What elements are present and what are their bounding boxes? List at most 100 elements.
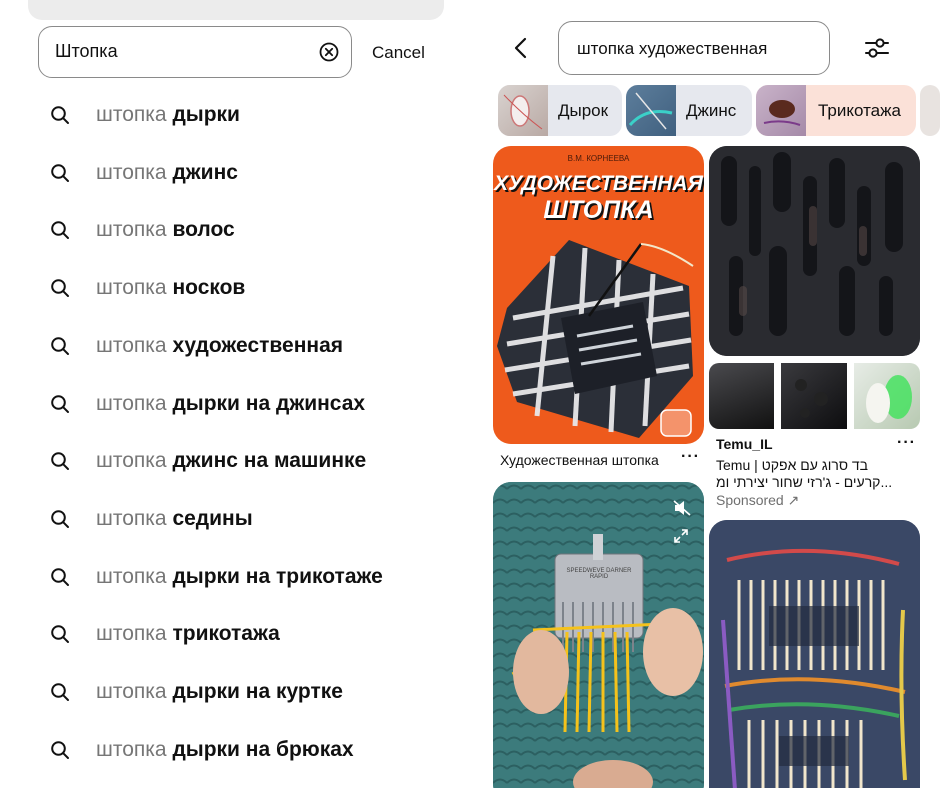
suggestion-completion: носков <box>172 276 246 300</box>
search-icon <box>51 625 69 644</box>
book-title-line1: ХУДОЖЕСТВЕННАЯ <box>494 172 703 195</box>
suggestion-completion: трикотажа <box>172 622 280 646</box>
search-icon <box>51 221 69 240</box>
suggestion-completion: дырки на куртке <box>172 680 343 703</box>
suggestion-row[interactable]: штопка дырки <box>0 86 460 144</box>
search-field[interactable] <box>38 26 352 78</box>
suggestion-row[interactable]: штопка джинс на машинке <box>0 432 460 490</box>
search-icon <box>51 279 69 298</box>
left-panel: Cancel штопка дыркиштопка джинсштопка во… <box>0 0 460 788</box>
suggestion-completion: джинс <box>172 160 238 184</box>
chip-dzhins[interactable]: Джинс <box>626 85 752 136</box>
suggestion-row[interactable]: штопка трикотажа <box>0 605 460 663</box>
search-icon <box>51 163 69 182</box>
suggestion-prefix: штопка <box>96 680 173 703</box>
suggestion-row[interactable]: штопка дырки на куртке <box>0 663 460 721</box>
suggestion-text: штопка носков <box>96 276 245 300</box>
darned-fabric-illustration <box>497 240 694 438</box>
search-icon <box>51 683 69 701</box>
suggestion-row[interactable]: штопка волос <box>0 201 460 259</box>
fabric-texture <box>709 146 920 356</box>
book-title-line2: ШТОПКА <box>543 196 654 224</box>
suggestion-text: штопка джинс <box>96 161 238 185</box>
pin-dark-fabric[interactable] <box>709 146 920 356</box>
filter-sliders-icon[interactable] <box>862 34 892 62</box>
suggestion-completion: волос <box>172 218 235 242</box>
back-arrow-icon[interactable] <box>510 36 532 60</box>
ad-menu-button[interactable]: ··· <box>897 434 916 452</box>
fabric-pattern <box>795 379 828 418</box>
cancel-button[interactable]: Cancel <box>372 43 425 63</box>
suggestion-text: штопка дырки на куртке <box>96 680 343 704</box>
suggestion-text: штопка дырки на джинсах <box>96 392 365 416</box>
pin-embroidered-denim[interactable] <box>709 520 920 788</box>
chip-label: Дырок <box>558 101 609 120</box>
suggestion-completion: дырки на трикотаже <box>172 564 383 588</box>
book-author: В.М. КОРНЕЕВА <box>567 154 630 163</box>
suggestion-row[interactable]: штопка дырки на джинсах <box>0 375 460 433</box>
pin-caption[interactable]: Художественная штопка <box>500 452 659 468</box>
suggestion-prefix: штопка <box>96 160 173 184</box>
search-query[interactable]: штопка художественная <box>577 39 767 59</box>
clear-icon[interactable] <box>319 42 339 62</box>
ad-advertiser-name[interactable]: Temu_IL <box>716 436 773 452</box>
suggestion-prefix: штопка <box>96 333 173 357</box>
search-icon <box>51 452 69 471</box>
garment-shape <box>866 375 912 423</box>
suggestion-completion: дырки на брюках <box>172 737 354 761</box>
suggestion-completion: джинс на машинке <box>172 449 367 473</box>
top-bar-remnant <box>28 0 444 20</box>
search-icon <box>51 394 69 413</box>
pin-book-cover[interactable]: В.М. КОРНЕЕВА ХУДОЖЕСТВЕННАЯ ШТОПКА <box>493 146 704 444</box>
expand-icon[interactable] <box>673 528 689 544</box>
search-icon <box>51 106 69 124</box>
pin-darning-video[interactable]: SPEEDWEVE DARNER RAPID <box>493 482 704 788</box>
search-input[interactable] <box>55 27 305 76</box>
mute-icon[interactable] <box>673 500 691 516</box>
suggestion-prefix: штопка <box>96 506 173 530</box>
suggestion-text: штопка художественная <box>96 334 343 358</box>
suggestion-row[interactable]: штопка художественная <box>0 317 460 375</box>
chip-trikotazha[interactable]: Трикотажа <box>756 85 916 136</box>
suggestion-completion: художественная <box>172 333 344 357</box>
suggestion-prefix: штопка <box>96 276 173 300</box>
suggestion-text: штопка дырки <box>96 103 240 127</box>
chip-thumbnail <box>626 85 676 136</box>
chip-partial[interactable] <box>920 85 940 136</box>
chip-label: Трикотажа <box>818 101 901 120</box>
ad-description-line1: Temu | בד סרוג עם אפקט <box>716 457 869 473</box>
suggestion-row[interactable]: штопка дырки на трикотаже <box>0 548 460 606</box>
ad-thumbnail-1[interactable] <box>709 363 774 429</box>
ad-thumbnail-3[interactable] <box>854 363 920 429</box>
suggestion-row[interactable]: штопка носков <box>0 259 460 317</box>
suggestion-text: штопка дырки на брюках <box>96 738 354 762</box>
suggestion-row[interactable]: штопка седины <box>0 490 460 548</box>
sponsored-label[interactable]: Sponsored ↗ <box>716 492 799 509</box>
ad-thumbnail-2[interactable] <box>781 363 847 429</box>
suggestion-prefix: штопка <box>96 449 173 473</box>
denim-texture <box>709 520 920 788</box>
suggestion-prefix: штопка <box>96 737 173 761</box>
suggestion-text: штопка волос <box>96 218 235 242</box>
search-icon <box>51 336 69 355</box>
suggestion-text: штопка джинс на машинке <box>96 449 366 473</box>
chip-dyrok[interactable]: Дырок <box>498 85 622 136</box>
suggestion-prefix: штопка <box>96 564 173 588</box>
ad-description-line2: קרעים - ג'רזי שחור יצירתי ומ... <box>716 474 893 490</box>
search-icon <box>51 510 69 528</box>
suggestion-row[interactable]: штопка дырки на брюках <box>0 721 460 779</box>
tool-label: SPEEDWEVE DARNER RAPID <box>566 568 632 580</box>
search-icon <box>51 567 69 586</box>
suggestion-text: штопка дырки на трикотаже <box>96 565 383 589</box>
suggestion-completion: дырки на джинсах <box>172 391 366 415</box>
chip-thumbnail <box>756 85 806 136</box>
suggestion-completion: седины <box>172 506 253 530</box>
right-panel: штопка художественная Дырок Джинс Трикот… <box>460 0 940 788</box>
suggestion-completion: дырки <box>172 103 240 126</box>
chip-label: Джинс <box>686 101 737 120</box>
pin-menu-button[interactable]: ··· <box>681 448 700 466</box>
suggestion-prefix: штопка <box>96 391 173 415</box>
search-field[interactable]: штопка художественная <box>558 21 830 75</box>
suggestion-row[interactable]: штопка джинс <box>0 144 460 202</box>
suggestion-prefix: штопка <box>96 103 173 126</box>
